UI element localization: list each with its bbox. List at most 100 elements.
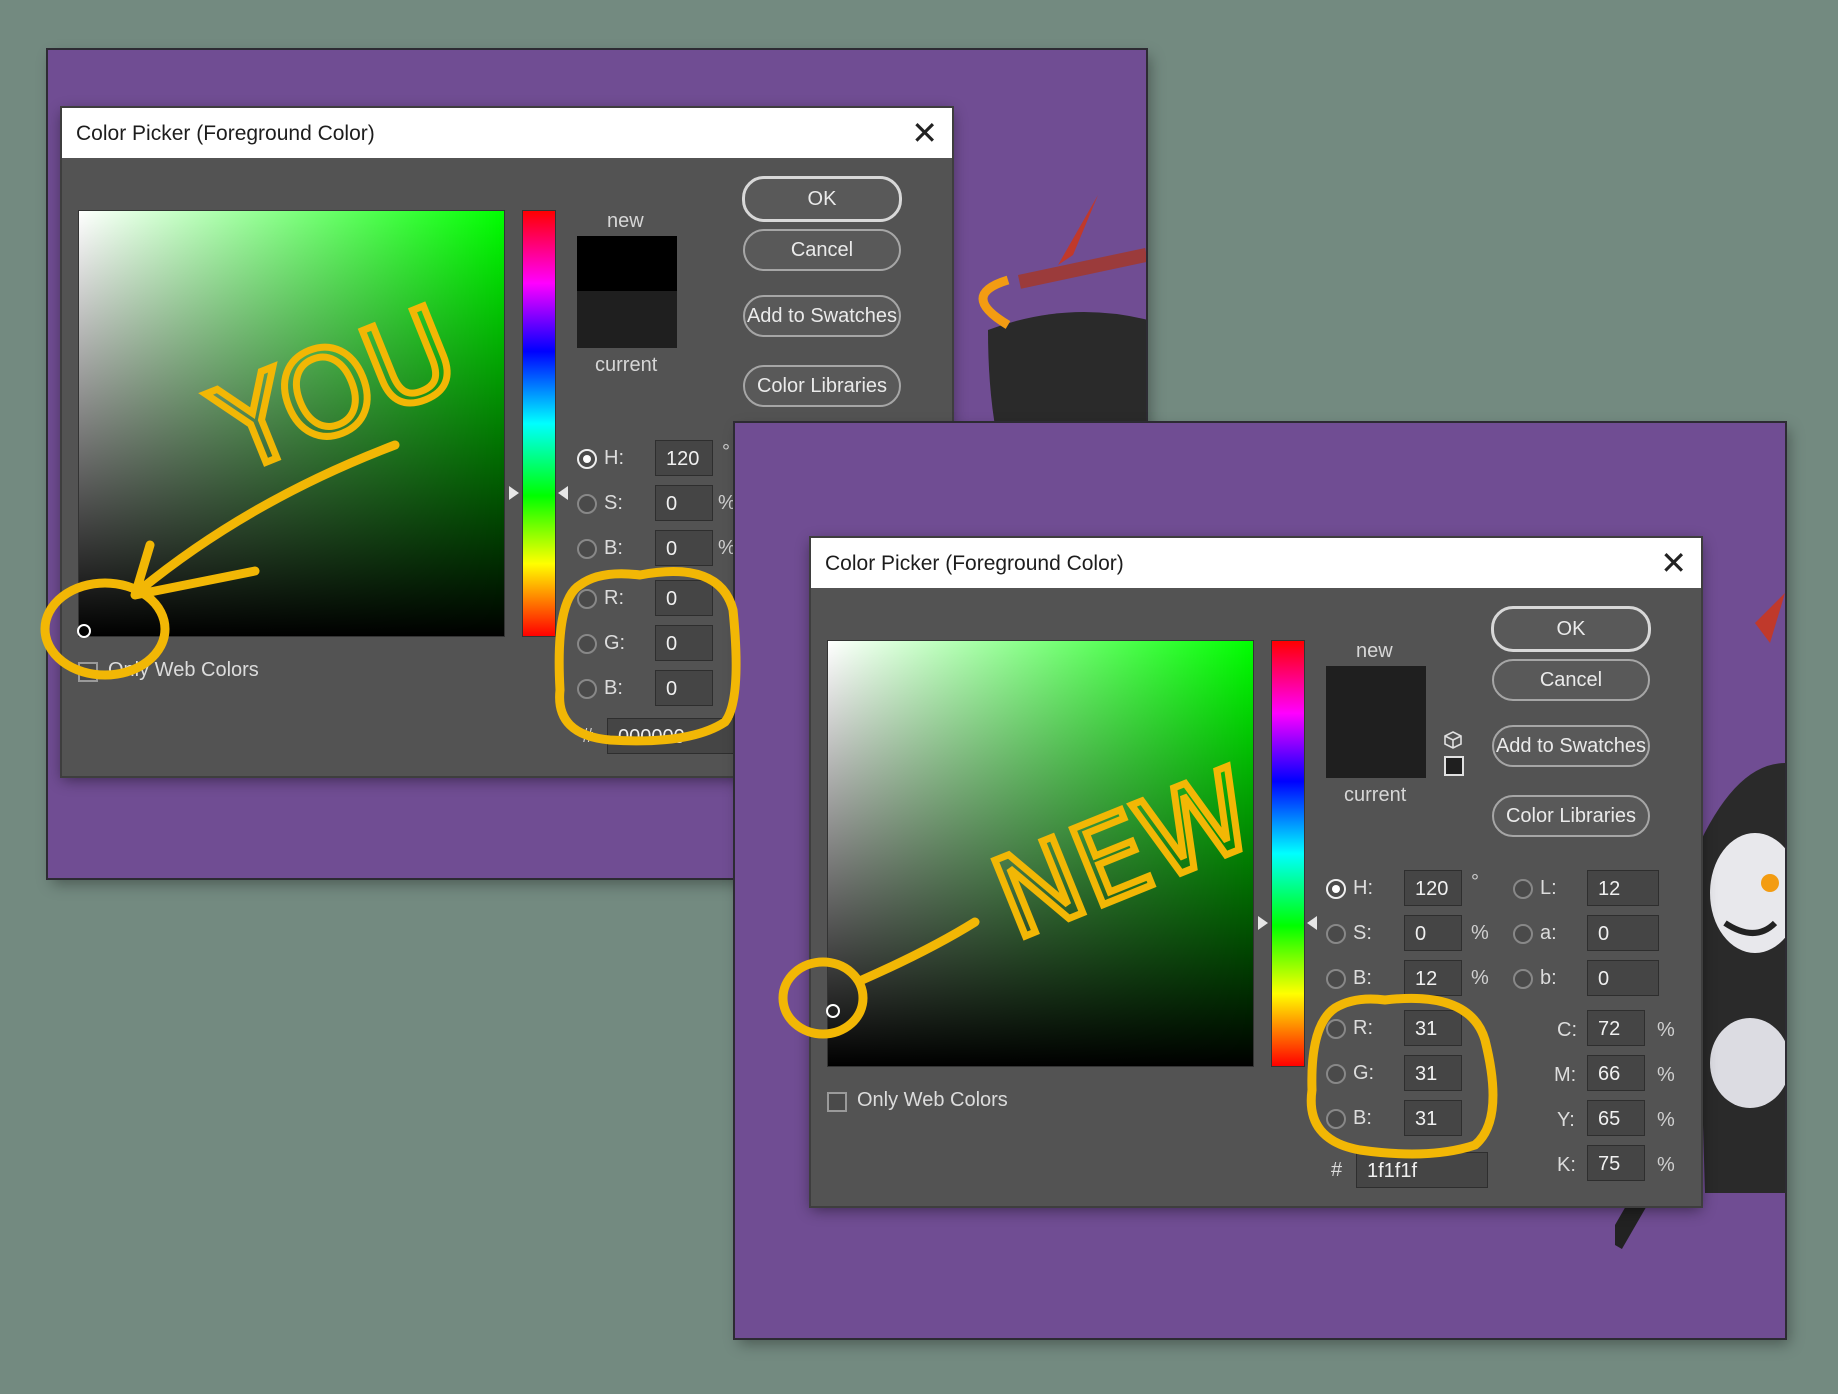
out-of-gamut-cube-icon[interactable]: [1443, 730, 1463, 750]
lightness-radio[interactable]: [1513, 879, 1533, 899]
hue-label: H:: [1353, 877, 1373, 899]
screenshot-panel-after: Color Picker (Foreground Color) ✕ new cu…: [735, 423, 1785, 1338]
hex-label: #: [582, 725, 594, 747]
saturation-input[interactable]: 0: [655, 485, 713, 521]
color-libraries-button[interactable]: Color Libraries: [1492, 795, 1650, 837]
brightness-input[interactable]: 12: [1404, 960, 1462, 996]
red-radio[interactable]: [1326, 1019, 1346, 1039]
green-input[interactable]: 31: [1404, 1055, 1462, 1091]
saturation-unit: %: [1471, 922, 1489, 944]
brightness-label: B:: [1353, 967, 1372, 989]
blue-input[interactable]: 31: [1404, 1100, 1462, 1136]
brightness-unit: %: [718, 537, 736, 559]
hue-unit: °: [1471, 871, 1479, 893]
current-color-label: current: [595, 354, 658, 376]
hue-unit: °: [722, 441, 730, 463]
a-channel-input[interactable]: 0: [1587, 915, 1659, 951]
saturation-unit: %: [718, 492, 736, 514]
color-libraries-button[interactable]: Color Libraries: [743, 365, 901, 407]
current-color-swatch[interactable]: [577, 291, 677, 348]
close-icon[interactable]: ✕: [911, 114, 938, 152]
hue-label: H:: [604, 447, 624, 469]
new-color-label: new: [607, 210, 644, 232]
magenta-input[interactable]: 66: [1587, 1055, 1645, 1091]
blue-radio[interactable]: [577, 679, 597, 699]
red-input[interactable]: 31: [1404, 1010, 1462, 1046]
ok-button[interactable]: OK: [742, 176, 902, 222]
add-to-swatches-button[interactable]: Add to Swatches: [1492, 725, 1650, 767]
cancel-button[interactable]: Cancel: [743, 229, 901, 271]
lightness-input[interactable]: 12: [1587, 870, 1659, 906]
color-picker-dialog: Color Picker (Foreground Color) ✕ new cu…: [811, 538, 1701, 1206]
dialog-titlebar: Color Picker (Foreground Color) ✕: [62, 108, 952, 158]
only-web-colors-checkbox[interactable]: [78, 662, 98, 682]
brightness-label: B:: [604, 537, 623, 559]
red-radio[interactable]: [577, 589, 597, 609]
new-color-swatch: [1326, 666, 1426, 721]
saturation-radio[interactable]: [577, 494, 597, 514]
hue-slider-left-arrow-icon[interactable]: [1258, 916, 1268, 930]
color-field[interactable]: [826, 640, 1254, 1067]
hue-input[interactable]: 120: [1404, 870, 1462, 906]
color-field[interactable]: [77, 210, 505, 638]
dialog-title: Color Picker (Foreground Color): [76, 122, 375, 145]
cancel-button[interactable]: Cancel: [1492, 659, 1650, 701]
color-field-marker[interactable]: [77, 624, 91, 638]
new-color-label: new: [1356, 640, 1393, 662]
green-label: G:: [1353, 1062, 1375, 1084]
hue-slider-left-arrow-icon[interactable]: [509, 486, 519, 500]
ok-button[interactable]: OK: [1491, 606, 1651, 652]
cyan-label: C:: [1557, 1019, 1577, 1041]
yellow-unit: %: [1657, 1109, 1675, 1131]
hue-slider[interactable]: [1271, 640, 1305, 1067]
hue-slider-right-arrow-icon[interactable]: [558, 486, 568, 500]
close-icon[interactable]: ✕: [1660, 544, 1687, 582]
new-color-swatch: [577, 236, 677, 291]
blue-input[interactable]: 0: [655, 670, 713, 706]
saturation-input[interactable]: 0: [1404, 915, 1462, 951]
dialog-title: Color Picker (Foreground Color): [825, 552, 1124, 575]
green-input[interactable]: 0: [655, 625, 713, 661]
dialog-titlebar: Color Picker (Foreground Color) ✕: [811, 538, 1701, 588]
brightness-unit: %: [1471, 967, 1489, 989]
cyan-input[interactable]: 72: [1587, 1010, 1645, 1046]
hue-input[interactable]: 120: [655, 440, 713, 476]
blue-label: B:: [1353, 1107, 1372, 1129]
saturation-label: S:: [1353, 922, 1372, 944]
hue-radio[interactable]: [1326, 879, 1346, 899]
only-web-colors-label: Only Web Colors: [857, 1089, 1008, 1111]
web-safe-swatch-icon[interactable]: [1444, 756, 1464, 776]
hue-slider-right-arrow-icon[interactable]: [1307, 916, 1317, 930]
b-channel-label: b:: [1540, 967, 1557, 989]
lightness-label: L:: [1540, 877, 1557, 899]
saturation-radio[interactable]: [1326, 924, 1346, 944]
color-field-marker[interactable]: [826, 1004, 840, 1018]
hex-label: #: [1331, 1159, 1343, 1181]
magenta-label: M:: [1554, 1064, 1577, 1086]
a-channel-label: a:: [1540, 922, 1557, 944]
a-channel-radio[interactable]: [1513, 924, 1533, 944]
magenta-unit: %: [1657, 1064, 1675, 1086]
brightness-input[interactable]: 0: [655, 530, 713, 566]
only-web-colors-label: Only Web Colors: [108, 659, 259, 681]
red-input[interactable]: 0: [655, 580, 713, 616]
current-color-swatch[interactable]: [1326, 721, 1426, 778]
add-to-swatches-button[interactable]: Add to Swatches: [743, 295, 901, 337]
brightness-radio[interactable]: [1326, 969, 1346, 989]
cyan-unit: %: [1657, 1019, 1675, 1041]
hex-input[interactable]: 1f1f1f: [1356, 1152, 1488, 1188]
yellow-input[interactable]: 65: [1587, 1100, 1645, 1136]
b-channel-radio[interactable]: [1513, 969, 1533, 989]
hue-radio[interactable]: [577, 449, 597, 469]
green-radio[interactable]: [1326, 1064, 1346, 1084]
green-label: G:: [604, 632, 626, 654]
black-input[interactable]: 75: [1587, 1145, 1645, 1181]
blue-radio[interactable]: [1326, 1109, 1346, 1129]
black-label: K:: [1557, 1154, 1576, 1176]
only-web-colors-checkbox[interactable]: [827, 1092, 847, 1112]
b-channel-input[interactable]: 0: [1587, 960, 1659, 996]
brightness-radio[interactable]: [577, 539, 597, 559]
current-color-label: current: [1344, 784, 1407, 806]
green-radio[interactable]: [577, 634, 597, 654]
hue-slider[interactable]: [522, 210, 556, 637]
